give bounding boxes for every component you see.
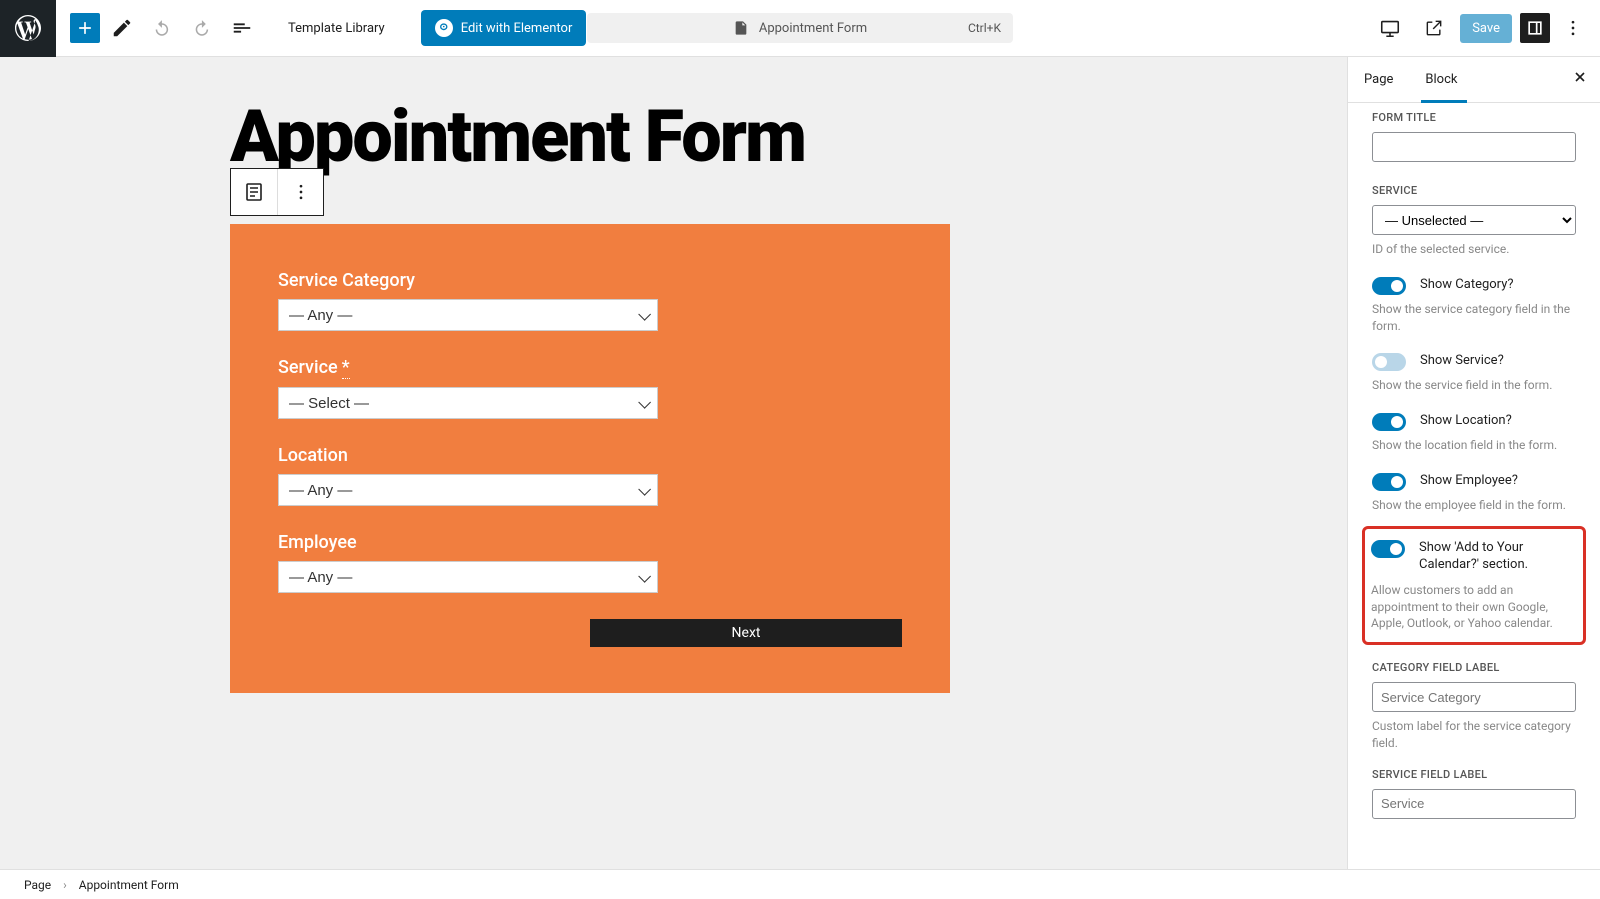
save-button[interactable]: Save [1460,14,1512,43]
block-type-button[interactable] [231,169,277,215]
category-field-label-heading: CATEGORY FIELD LABEL [1372,661,1576,674]
plus-icon [75,18,95,38]
toggle-switch-employee[interactable] [1372,473,1406,491]
service-select[interactable]: — Unselected — [1372,205,1576,235]
toggle-show-service: Show Service? [1372,352,1576,371]
toggle-add-to-calendar: Show 'Add to Your Calendar?' section. [1371,539,1577,574]
top-toolbar: Template Library ⵙ Edit with Elementor A… [0,0,1600,57]
form-title-label: FORM TITLE [1372,111,1576,124]
appointment-form-block[interactable]: Service Category Service * Location Empl… [230,224,950,693]
sidebar-layout-icon [1525,18,1545,38]
external-link-button[interactable] [1416,10,1452,46]
view-button[interactable] [1372,10,1408,46]
toggle-show-location: Show Location? [1372,412,1576,431]
document-icon [733,20,749,36]
toggle-show-employee: Show Employee? [1372,472,1576,491]
field-label-category: Service Category [278,270,902,291]
kebab-icon [291,182,311,202]
highlighted-add-to-calendar: Show 'Add to Your Calendar?' section. Al… [1362,526,1586,645]
page-title[interactable]: Appointment Form [230,97,1347,176]
settings-sidebar: Page Block FORM TITLE SERVICE — Unselect… [1347,57,1600,869]
elementor-button-label: Edit with Elementor [461,21,573,36]
tab-block[interactable]: Block [1409,57,1473,102]
form-block-icon [242,180,266,204]
redo-button[interactable] [184,10,220,46]
document-overview-button[interactable] [224,10,260,46]
field-select-category[interactable] [278,299,658,331]
elementor-badge-icon: ⵙ [435,19,453,37]
undo-button[interactable] [144,10,180,46]
block-toolbar [230,168,324,216]
settings-panel-toggle[interactable] [1520,13,1550,43]
pencil-icon [111,17,133,39]
service-help: ID of the selected service. [1372,241,1576,258]
category-field-help: Custom label for the service category fi… [1372,718,1576,752]
sidebar-close-button[interactable] [1572,69,1588,90]
toggle-switch-category[interactable] [1372,277,1406,295]
breadcrumb-root[interactable]: Page [24,878,51,892]
main-area: Appointment Form Service Category Servic… [0,57,1600,869]
field-select-employee[interactable] [278,561,658,593]
kebab-icon [1563,18,1583,38]
add-block-button[interactable] [70,13,100,43]
breadcrumb-current[interactable]: Appointment Form [79,878,179,892]
toggle-switch-add-to-calendar[interactable] [1371,540,1405,558]
breadcrumb: Page › Appointment Form [0,869,1600,899]
field-select-location[interactable] [278,474,658,506]
external-link-icon [1424,18,1444,38]
wordpress-icon [15,15,41,41]
field-label-service: Service * [278,357,902,379]
list-icon [231,17,253,39]
undo-icon [151,17,173,39]
toolbar-left: Template Library ⵙ Edit with Elementor [56,10,586,46]
edit-tool[interactable] [104,10,140,46]
editor-canvas[interactable]: Appointment Form Service Category Servic… [0,57,1347,869]
search-shortcut: Ctrl+K [968,21,1001,35]
more-options-button[interactable] [1558,13,1588,43]
field-select-service[interactable] [278,387,658,419]
category-field-label-input[interactable] [1372,682,1576,712]
template-library-link[interactable]: Template Library [288,21,385,36]
next-button[interactable]: Next [590,619,902,647]
edit-with-elementor-button[interactable]: ⵙ Edit with Elementor [421,10,587,46]
close-icon [1572,69,1588,85]
toggle-switch-service[interactable] [1372,353,1406,371]
document-search[interactable]: Appointment Form Ctrl+K [587,13,1013,43]
search-title: Appointment Form [759,21,867,36]
block-more-button[interactable] [277,169,323,215]
sidebar-tabs: Page Block [1348,57,1600,103]
chevron-right-icon: › [63,878,67,892]
wp-logo[interactable] [0,0,56,57]
redo-icon [191,17,213,39]
toolbar-right: Save [1372,10,1600,46]
required-star-icon: * [342,357,350,379]
tab-page[interactable]: Page [1348,57,1409,102]
field-label-employee: Employee [278,532,902,553]
field-label-location: Location [278,445,902,466]
form-title-input[interactable] [1372,132,1576,162]
toggle-show-category: Show Category? [1372,276,1576,295]
toggle-switch-location[interactable] [1372,413,1406,431]
sidebar-body: FORM TITLE SERVICE — Unselected — ID of … [1348,103,1600,839]
desktop-icon [1379,17,1401,39]
service-field-label-input[interactable] [1372,789,1576,819]
service-field-label-heading: SERVICE FIELD LABEL [1372,768,1576,781]
service-section-label: SERVICE [1372,184,1576,197]
